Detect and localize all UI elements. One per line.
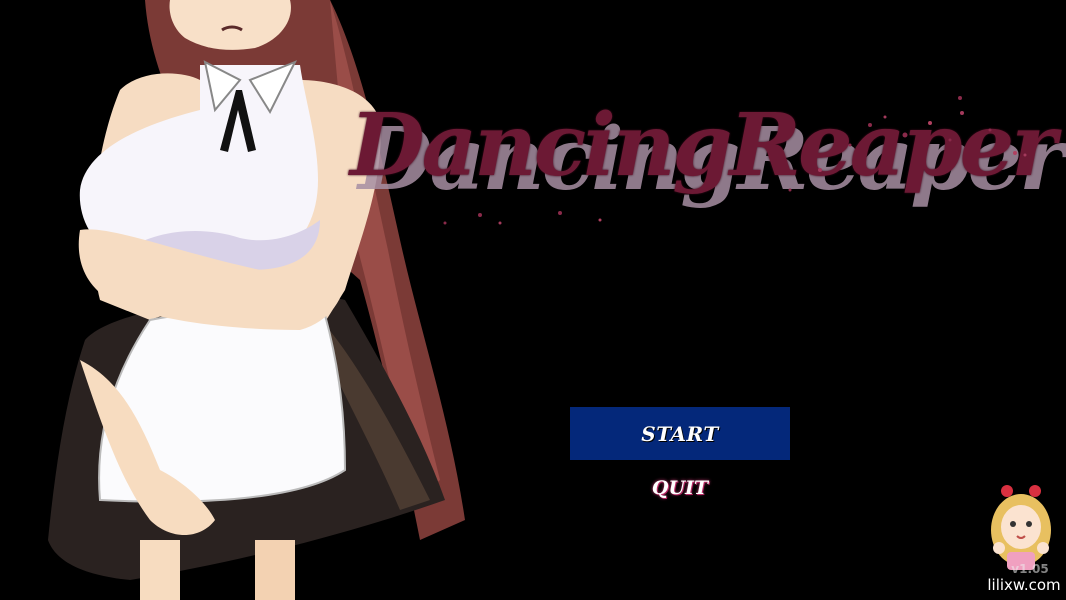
start-button[interactable]: START (570, 407, 790, 460)
game-title-text: DancingReaper (350, 95, 1057, 196)
game-title: DancingReaper DancingReaper (350, 95, 1065, 265)
version-label: v1.05 (1011, 562, 1049, 576)
quit-button[interactable]: QUIT (620, 472, 740, 504)
watermark-text: lilixw.com (987, 576, 1061, 594)
mascot-icon (991, 485, 1051, 570)
character-illustration (48, 0, 465, 600)
title-screen: DancingReaper DancingReaper START QUIT v… (0, 0, 1066, 600)
